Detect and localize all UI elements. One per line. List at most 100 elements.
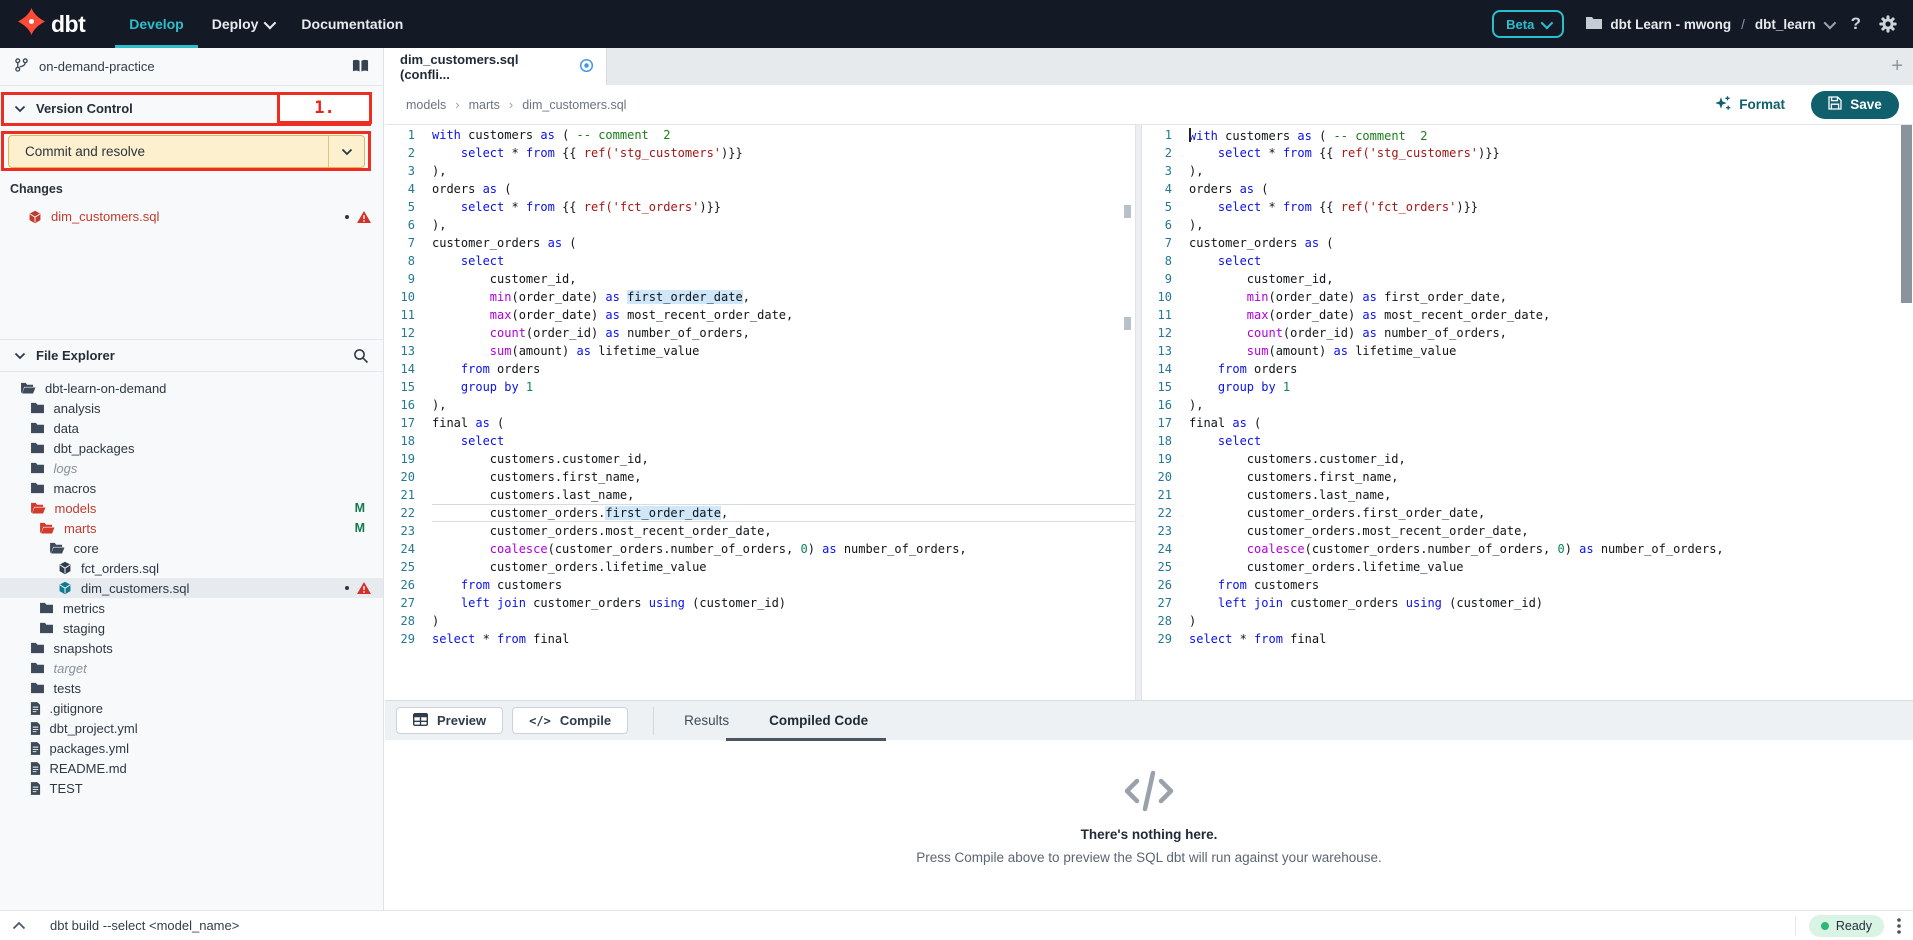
code-line-16[interactable]: 16),	[1142, 396, 1913, 414]
file-explorer-header[interactable]: File Explorer	[0, 339, 383, 372]
help-button[interactable]: ?	[1851, 14, 1861, 34]
code-line-20[interactable]: 20 customers.first_name,	[1142, 468, 1913, 486]
code-line-8[interactable]: 8 select	[385, 252, 1135, 270]
changed-file-row[interactable]: dim_customers.sql	[0, 204, 383, 229]
search-icon[interactable]	[353, 348, 369, 364]
code-line-16[interactable]: 16),	[385, 396, 1135, 414]
tree-item-core[interactable]: core	[0, 538, 383, 558]
tab-results[interactable]: Results	[684, 713, 729, 728]
account-switcher[interactable]: dbt Learn - mwong / dbt_learn	[1586, 16, 1832, 32]
code-line-26[interactable]: 26 from customers	[385, 576, 1135, 594]
settings-gear-button[interactable]	[1879, 15, 1897, 33]
tree-item-models[interactable]: modelsM	[0, 498, 383, 518]
code-line-21[interactable]: 21 customers.last_name,	[385, 486, 1135, 504]
commit-and-resolve-button[interactable]: Commit and resolve	[8, 135, 365, 168]
tree-item-fct-orders-sql[interactable]: fct_orders.sql	[0, 558, 383, 578]
code-line-3[interactable]: 3),	[1142, 162, 1913, 180]
code-line-24[interactable]: 24 coalesce(customer_orders.number_of_or…	[1142, 540, 1913, 558]
code-line-13[interactable]: 13 sum(amount) as lifetime_value	[1142, 342, 1913, 360]
tree-item-test[interactable]: TEST	[0, 778, 383, 798]
code-line-10[interactable]: 10 min(order_date) as first_order_date,	[1142, 288, 1913, 306]
new-tab-button[interactable]: +	[1891, 54, 1903, 78]
code-line-14[interactable]: 14 from orders	[385, 360, 1135, 378]
tree-item-packages-yml[interactable]: packages.yml	[0, 738, 383, 758]
code-line-6[interactable]: 6),	[1142, 216, 1913, 234]
code-line-17[interactable]: 17final as (	[385, 414, 1135, 432]
code-line-26[interactable]: 26 from customers	[1142, 576, 1913, 594]
code-line-29[interactable]: 29select * from final	[1142, 630, 1913, 648]
code-line-22[interactable]: 22 customer_orders.first_order_date,	[1142, 504, 1913, 522]
nav-deploy[interactable]: Deploy	[198, 0, 288, 48]
code-line-12[interactable]: 12 count(order_id) as number_of_orders,	[385, 324, 1135, 342]
tree-item-dim-customers-sql[interactable]: dim_customers.sql	[0, 578, 383, 598]
code-line-9[interactable]: 9 customer_id,	[1142, 270, 1913, 288]
code-line-14[interactable]: 14 from orders	[1142, 360, 1913, 378]
tree-item-macros[interactable]: macros	[0, 478, 383, 498]
code-line-8[interactable]: 8 select	[1142, 252, 1913, 270]
code-line-24[interactable]: 24 coalesce(customer_orders.number_of_or…	[385, 540, 1135, 558]
beta-toggle[interactable]: Beta	[1492, 10, 1564, 38]
tab-dim-customers[interactable]: dim_customers.sql (confli...	[385, 48, 607, 85]
code-line-1[interactable]: 1with customers as ( -- comment 2	[1142, 126, 1913, 144]
code-line-2[interactable]: 2 select * from {{ ref('stg_customers')}…	[1142, 144, 1913, 162]
code-line-23[interactable]: 23 customer_orders.most_recent_order_dat…	[385, 522, 1135, 540]
code-line-7[interactable]: 7customer_orders as (	[1142, 234, 1913, 252]
git-branch-row[interactable]: on-demand-practice	[0, 48, 383, 86]
code-line-25[interactable]: 25 customer_orders.lifetime_value	[385, 558, 1135, 576]
code-line-27[interactable]: 27 left join customer_orders using (cust…	[1142, 594, 1913, 612]
format-button[interactable]: Format	[1714, 95, 1785, 115]
docs-book-icon[interactable]	[352, 59, 369, 76]
code-line-21[interactable]: 21 customers.last_name,	[1142, 486, 1913, 504]
kebab-menu-icon[interactable]	[1897, 918, 1901, 934]
code-line-9[interactable]: 9 customer_id,	[385, 270, 1135, 288]
code-line-28[interactable]: 28)	[385, 612, 1135, 630]
tree-item-metrics[interactable]: metrics	[0, 598, 383, 618]
code-line-22[interactable]: 22 customer_orders.first_order_date,	[385, 504, 1135, 522]
code-line-2[interactable]: 2 select * from {{ ref('stg_customers')}…	[385, 144, 1135, 162]
compile-button[interactable]: </> Compile	[512, 707, 628, 734]
breadcrumb-marts[interactable]: marts	[469, 98, 500, 112]
command-input[interactable]: dbt build --select <model_name>	[50, 918, 239, 933]
tree-item-logs[interactable]: logs	[0, 458, 383, 478]
code-line-10[interactable]: 10 min(order_date) as first_order_date,	[385, 288, 1135, 306]
tree-item-dbt-learn-on-demand[interactable]: dbt-learn-on-demand	[0, 378, 383, 398]
tree-item-tests[interactable]: tests	[0, 678, 383, 698]
tree-item-data[interactable]: data	[0, 418, 383, 438]
code-line-11[interactable]: 11 max(order_date) as most_recent_order_…	[1142, 306, 1913, 324]
ready-status-badge[interactable]: Ready	[1809, 915, 1884, 937]
code-line-1[interactable]: 1with customers as ( -- comment 2	[385, 126, 1135, 144]
tree-item-analysis[interactable]: analysis	[0, 398, 383, 418]
chevron-up-icon[interactable]	[12, 921, 26, 930]
code-line-27[interactable]: 27 left join customer_orders using (cust…	[385, 594, 1135, 612]
code-line-11[interactable]: 11 max(order_date) as most_recent_order_…	[385, 306, 1135, 324]
code-line-25[interactable]: 25 customer_orders.lifetime_value	[1142, 558, 1913, 576]
tree-item-dbt-project-yml[interactable]: dbt_project.yml	[0, 718, 383, 738]
tree-item-snapshots[interactable]: snapshots	[0, 638, 383, 658]
preview-button[interactable]: Preview	[396, 707, 503, 734]
code-line-17[interactable]: 17final as (	[1142, 414, 1913, 432]
code-line-3[interactable]: 3),	[385, 162, 1135, 180]
code-line-18[interactable]: 18 select	[1142, 432, 1913, 450]
code-line-19[interactable]: 19 customers.customer_id,	[1142, 450, 1913, 468]
tree-item--gitignore[interactable]: .gitignore	[0, 698, 383, 718]
code-line-29[interactable]: 29select * from final	[385, 630, 1135, 648]
tab-compiled-code[interactable]: Compiled Code	[769, 713, 868, 728]
code-line-6[interactable]: 6),	[385, 216, 1135, 234]
code-line-12[interactable]: 12 count(order_id) as number_of_orders,	[1142, 324, 1913, 342]
pane-divider[interactable]	[1135, 125, 1142, 700]
scrollbar-thumb[interactable]	[1901, 125, 1912, 303]
code-line-28[interactable]: 28)	[1142, 612, 1913, 630]
code-line-5[interactable]: 5 select * from {{ ref('fct_orders')}}	[385, 198, 1135, 216]
nav-documentation[interactable]: Documentation	[287, 0, 417, 48]
code-line-15[interactable]: 15 group by 1	[1142, 378, 1913, 396]
code-line-5[interactable]: 5 select * from {{ ref('fct_orders')}}	[1142, 198, 1913, 216]
tree-item-readme-md[interactable]: README.md	[0, 758, 383, 778]
tree-item-marts[interactable]: martsM	[0, 518, 383, 538]
code-line-19[interactable]: 19 customers.customer_id,	[385, 450, 1135, 468]
code-line-7[interactable]: 7customer_orders as (	[385, 234, 1135, 252]
code-line-15[interactable]: 15 group by 1	[385, 378, 1135, 396]
tree-item-target[interactable]: target	[0, 658, 383, 678]
code-line-4[interactable]: 4orders as (	[385, 180, 1135, 198]
code-pane-right[interactable]: 1with customers as ( -- comment 22 selec…	[1142, 125, 1913, 700]
code-line-23[interactable]: 23 customer_orders.most_recent_order_dat…	[1142, 522, 1913, 540]
